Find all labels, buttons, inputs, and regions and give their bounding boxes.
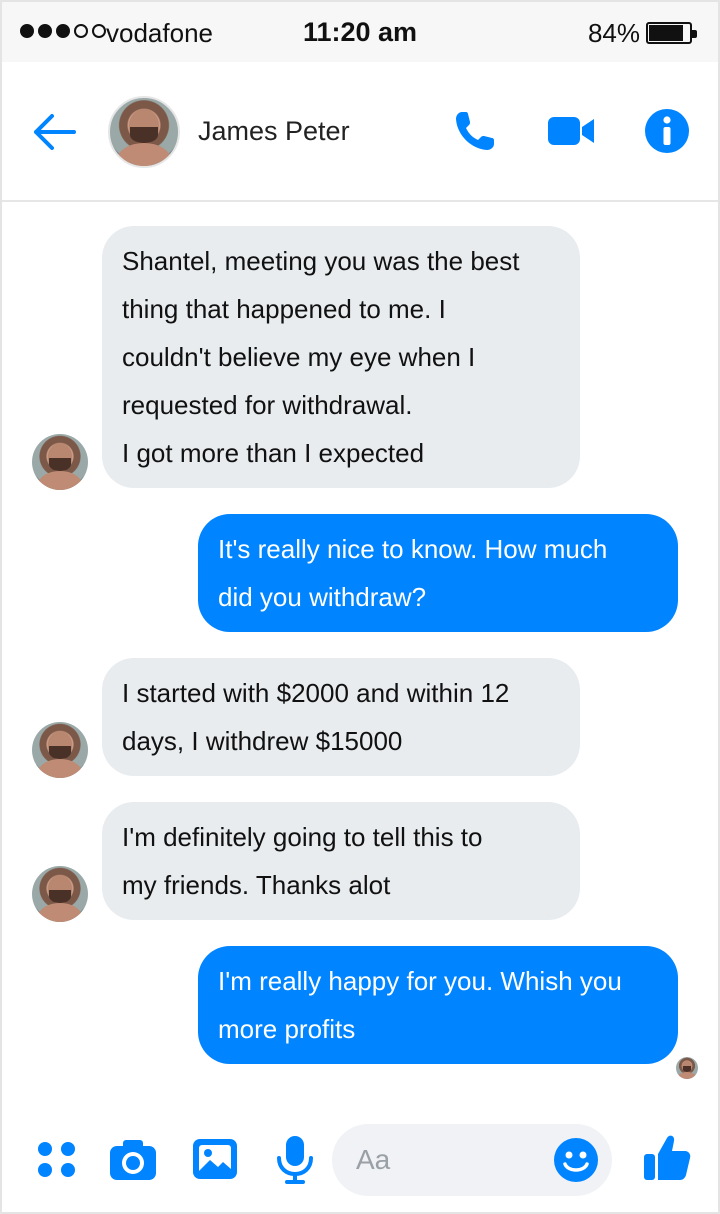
status-bar: vodafone 11:20 am 84%	[2, 2, 718, 62]
message-input[interactable]: Aa	[332, 1124, 612, 1196]
sent-message-bubble[interactable]: I'm really happy for you. Whish you more…	[198, 946, 678, 1064]
video-camera-icon[interactable]	[546, 106, 596, 156]
message-input-placeholder: Aa	[356, 1144, 391, 1175]
received-message-bubble[interactable]: I'm definitely going to tell this to my …	[102, 802, 580, 920]
contact-name[interactable]: James Peter	[198, 116, 350, 147]
battery-percentage: 84%	[587, 18, 640, 48]
battery-icon	[646, 22, 697, 44]
sender-avatar[interactable]	[32, 434, 88, 490]
sender-avatar[interactable]	[32, 722, 88, 778]
microphone-icon[interactable]	[270, 1134, 320, 1184]
info-icon[interactable]	[642, 106, 692, 156]
phone-icon[interactable]	[450, 106, 500, 156]
back-arrow-icon[interactable]	[30, 110, 78, 154]
received-message-bubble[interactable]: Shantel, meeting you was the best thing …	[102, 226, 580, 488]
composer-bar: Aa	[2, 1104, 718, 1212]
seen-indicator-avatar	[676, 1057, 698, 1079]
camera-icon[interactable]	[108, 1134, 158, 1184]
chat-header: James Peter	[2, 62, 718, 202]
message-list[interactable]: Shantel, meeting you was the best thing …	[2, 204, 718, 1104]
gallery-icon[interactable]	[190, 1134, 240, 1184]
sender-avatar[interactable]	[32, 866, 88, 922]
sent-message-bubble[interactable]: It's really nice to know. How much did y…	[198, 514, 678, 632]
apps-grid-icon[interactable]	[32, 1134, 82, 1184]
contact-avatar[interactable]	[108, 96, 180, 168]
received-message-bubble[interactable]: I started with $2000 and within 12 days,…	[102, 658, 580, 776]
emoji-icon[interactable]	[552, 1136, 600, 1184]
thumbs-up-icon[interactable]	[642, 1132, 692, 1182]
